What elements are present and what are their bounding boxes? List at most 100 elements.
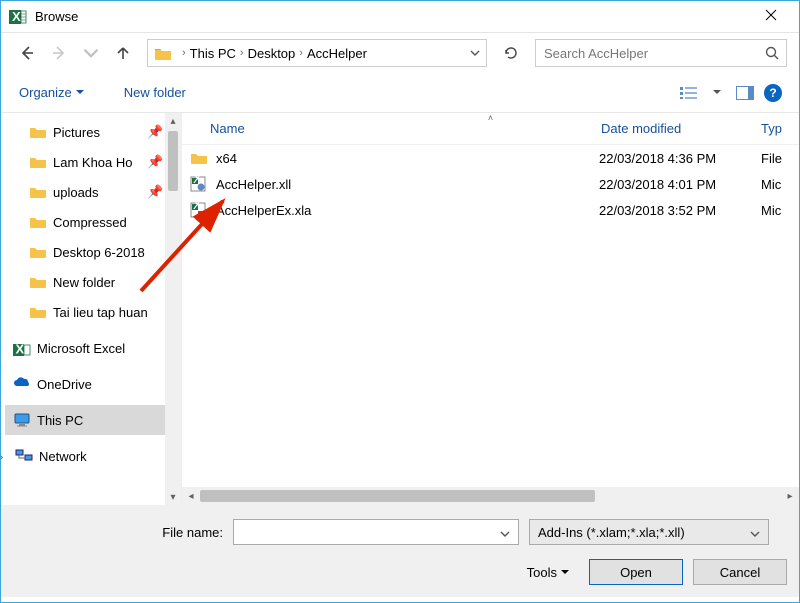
file-date: 22/03/2018 3:52 PM — [599, 203, 761, 218]
chevron-down-icon — [750, 525, 760, 540]
chevron-down-icon[interactable] — [496, 525, 514, 540]
chevron-right-icon: › — [182, 47, 186, 59]
tree-item-label: Network — [39, 449, 87, 464]
sort-indicator-icon: ˄ — [488, 113, 493, 123]
column-name[interactable]: Name — [190, 121, 601, 136]
horizontal-scrollbar[interactable]: ◂ ▸ — [182, 487, 799, 505]
tree-item[interactable]: Compressed — [5, 207, 165, 237]
tree-item-label: Tai lieu tap huan — [53, 305, 148, 320]
cancel-button[interactable]: Cancel — [693, 559, 787, 585]
onedrive-icon — [13, 377, 31, 391]
addin-file-icon: X — [190, 202, 210, 218]
folder-icon — [29, 275, 47, 289]
search-icon — [764, 45, 780, 61]
close-button[interactable] — [751, 8, 791, 26]
nav-bar: › This PC › Desktop › AccHelper — [1, 33, 799, 73]
organize-label: Organize — [19, 85, 72, 100]
new-folder-button[interactable]: New folder — [118, 81, 192, 104]
file-list-pane: ˄ Name Date modified Typ x64 22/03/2018 … — [181, 113, 799, 505]
breadcrumb-dropdown[interactable] — [470, 50, 480, 56]
tree-item[interactable]: New folder — [5, 267, 165, 297]
tree-item-label: This PC — [37, 413, 83, 428]
open-label: Open — [620, 565, 652, 580]
breadcrumb-segment[interactable]: This PC — [190, 46, 236, 61]
tree-item[interactable]: Desktop 6-2018 — [5, 237, 165, 267]
file-row-xla[interactable]: X AccHelperEx.xla 22/03/2018 3:52 PM Mic — [182, 197, 799, 223]
scroll-up-icon[interactable]: ▴ — [165, 113, 181, 129]
title-bar: X Browse — [1, 1, 799, 33]
navigation-pane: Pictures 📌 Lam Khoa Ho 📌 uploads 📌 Compr… — [1, 113, 181, 505]
tree-item-network[interactable]: › Network — [5, 441, 165, 471]
file-name: AccHelperEx.xla — [216, 203, 599, 218]
tree-item-label: Pictures — [53, 125, 100, 140]
svg-text:X: X — [12, 9, 21, 24]
chevron-right-icon[interactable]: › — [1, 449, 9, 464]
pin-icon: 📌 — [147, 184, 161, 200]
file-type: Mic — [761, 177, 791, 192]
refresh-button[interactable] — [497, 39, 525, 67]
tree-item-label: New folder — [53, 275, 115, 290]
svg-text:X: X — [16, 342, 25, 357]
scroll-down-icon[interactable]: ▾ — [165, 489, 181, 505]
chevron-right-icon: › — [299, 47, 303, 59]
column-header[interactable]: ˄ Name Date modified Typ — [182, 113, 799, 145]
pin-icon: 📌 — [147, 154, 161, 170]
scroll-left-icon[interactable]: ◂ — [182, 491, 200, 502]
open-button[interactable]: Open — [589, 559, 683, 585]
search-input[interactable] — [535, 39, 787, 67]
up-button[interactable] — [109, 39, 137, 67]
main-area: Pictures 📌 Lam Khoa Ho 📌 uploads 📌 Compr… — [1, 113, 799, 505]
back-button[interactable] — [13, 39, 41, 67]
view-options-button[interactable] — [675, 79, 703, 107]
tools-label: Tools — [527, 565, 557, 580]
organize-menu[interactable]: Organize — [13, 81, 90, 104]
file-list[interactable]: x64 22/03/2018 4:36 PM File X AccHelper.… — [182, 145, 799, 487]
tree-item-pictures[interactable]: Pictures 📌 — [5, 117, 165, 147]
folder-icon — [190, 150, 210, 166]
breadcrumb[interactable]: › This PC › Desktop › AccHelper — [147, 39, 487, 67]
scroll-right-icon[interactable]: ▸ — [781, 491, 799, 502]
column-type[interactable]: Typ — [761, 121, 791, 136]
scroll-track[interactable] — [200, 490, 781, 502]
folder-icon — [29, 185, 47, 199]
filename-input[interactable] — [238, 524, 496, 541]
tree-item-label: uploads — [53, 185, 99, 200]
file-type-filter[interactable]: Add-Ins (*.xlam;*.xla;*.xll) — [529, 519, 769, 545]
tree-item[interactable]: Lam Khoa Ho 📌 — [5, 147, 165, 177]
recent-dropdown[interactable] — [77, 39, 105, 67]
network-icon — [15, 449, 33, 463]
pin-icon: 📌 — [147, 124, 161, 140]
tree-item-thispc[interactable]: This PC — [5, 405, 165, 435]
filename-combo[interactable] — [233, 519, 519, 545]
file-date: 22/03/2018 4:01 PM — [599, 177, 761, 192]
excel-icon: X — [9, 8, 27, 26]
tree-item[interactable]: Tai lieu tap huan — [5, 297, 165, 327]
help-button[interactable]: ? — [759, 79, 787, 107]
file-name: x64 — [216, 151, 599, 166]
svg-text:X: X — [193, 202, 202, 212]
view-dropdown[interactable] — [703, 79, 731, 107]
breadcrumb-segment[interactable]: Desktop — [248, 46, 296, 61]
tree-item-onedrive[interactable]: OneDrive — [5, 369, 165, 399]
scroll-thumb[interactable] — [168, 131, 178, 191]
breadcrumb-segment[interactable]: AccHelper — [307, 46, 367, 61]
scroll-thumb[interactable] — [200, 490, 595, 502]
file-row-xll[interactable]: X AccHelper.xll 22/03/2018 4:01 PM Mic — [182, 171, 799, 197]
file-type: File — [761, 151, 791, 166]
column-date[interactable]: Date modified — [601, 121, 761, 136]
forward-button[interactable] — [45, 39, 73, 67]
file-row-folder[interactable]: x64 22/03/2018 4:36 PM File — [182, 145, 799, 171]
sidebar-scrollbar[interactable]: ▴ ▾ — [165, 113, 181, 505]
dialog-footer: File name: Add-Ins (*.xlam;*.xla;*.xll) … — [1, 505, 799, 597]
search-field[interactable] — [542, 45, 764, 62]
window-title: Browse — [35, 9, 751, 24]
tree-item[interactable]: uploads 📌 — [5, 177, 165, 207]
folder-icon — [29, 305, 47, 319]
tree-view[interactable]: Pictures 📌 Lam Khoa Ho 📌 uploads 📌 Compr… — [1, 113, 165, 475]
tree-item-label: Lam Khoa Ho — [53, 155, 133, 170]
tree-item-excel[interactable]: X Microsoft Excel — [5, 333, 165, 363]
folder-icon — [29, 215, 47, 229]
folder-icon — [154, 46, 172, 60]
tools-menu[interactable]: Tools — [527, 565, 569, 580]
preview-pane-button[interactable] — [731, 79, 759, 107]
